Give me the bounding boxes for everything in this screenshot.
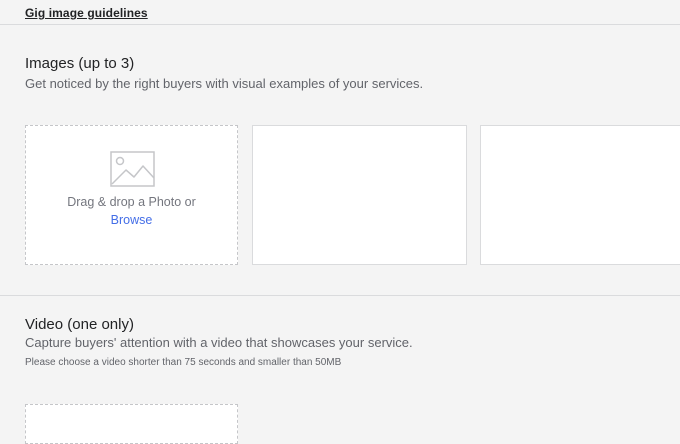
gig-image-guidelines-link[interactable]: Gig image guidelines [25,6,148,20]
top-divider [0,24,680,25]
image-upload-dropzone[interactable]: Drag & drop a Photo or Browse [25,125,238,265]
video-requirements-note: Please choose a video shorter than 75 se… [25,357,342,368]
browse-link[interactable]: Browse [26,213,237,227]
image-slot-3 [480,125,680,265]
image-slot-2 [252,125,467,265]
video-section-subtitle: Capture buyers' attention with a video t… [25,335,413,350]
images-section-title: Images (up to 3) [25,55,135,72]
video-section-title: Video (one only) [25,316,134,333]
images-section-subtitle: Get noticed by the right buyers with vis… [25,76,424,91]
drop-photo-text: Drag & drop a Photo or [67,195,196,209]
image-icon [110,151,155,187]
section-divider [0,295,680,296]
video-upload-dropzone[interactable] [25,404,238,444]
